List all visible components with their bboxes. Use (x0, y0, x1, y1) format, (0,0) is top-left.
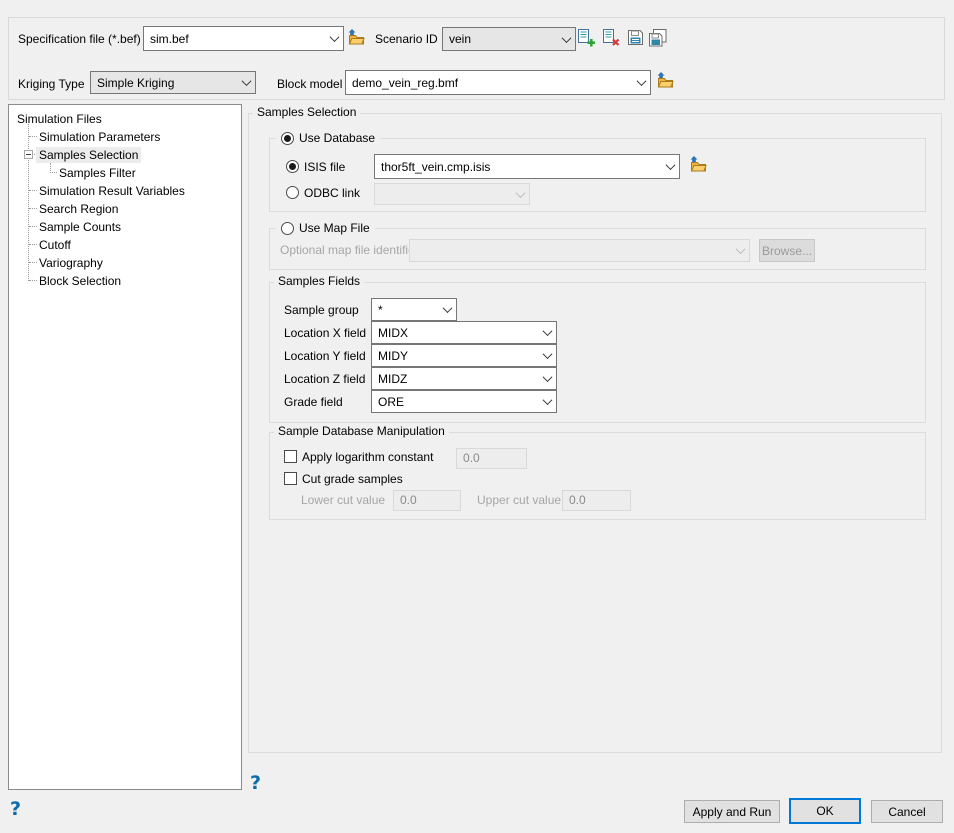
scenario-id-combo[interactable]: vein (442, 27, 576, 51)
cut-grade-samples-label: Cut grade samples (302, 472, 403, 486)
tree-item-simulation-parameters[interactable]: Simulation Parameters (10, 128, 240, 146)
tree-item-cutoff[interactable]: Cutoff (10, 236, 240, 254)
use-map-file-radio[interactable] (281, 222, 294, 235)
new-scenario-icon[interactable] (577, 29, 595, 47)
isis-file-radio[interactable] (286, 160, 299, 173)
open-spec-file-folder-icon[interactable] (347, 29, 366, 46)
sample-group-combo[interactable]: * (371, 298, 457, 321)
apply-logarithm-constant-label: Apply logarithm constant (302, 450, 433, 464)
open-block-model-folder-icon[interactable] (656, 72, 675, 89)
scenario-id-value: vein (443, 32, 558, 46)
location-x-field-value: MIDX (372, 326, 539, 340)
chevron-down-icon[interactable] (439, 299, 456, 320)
spec-file-combo[interactable]: sim.bef (143, 26, 344, 51)
use-database-radio[interactable] (281, 132, 294, 145)
sample-group-label: Sample group (284, 303, 359, 317)
block-model-combo[interactable]: demo_vein_reg.bmf (345, 70, 651, 95)
grade-field-combo[interactable]: ORE (371, 390, 557, 413)
apply-logarithm-constant-checkbox[interactable] (284, 450, 297, 463)
isis-file-value: thor5ft_vein.cmp.isis (375, 160, 662, 174)
location-z-field-label: Location Z field (284, 372, 365, 386)
block-model-value: demo_vein_reg.bmf (346, 76, 633, 90)
upper-cut-value-field: 0.0 (562, 490, 631, 511)
panel-help-icon[interactable]: ? (250, 774, 261, 793)
chevron-down-icon[interactable] (539, 345, 556, 366)
apply-and-run-button[interactable]: Apply and Run (684, 800, 780, 823)
chevron-down-icon[interactable] (633, 71, 650, 94)
tree-item-block-selection[interactable]: Block Selection (10, 272, 240, 290)
samples-selection-group-title: Samples Selection (253, 105, 360, 120)
use-database-radio-row[interactable]: Use Database (276, 129, 380, 147)
tree-item-simulation-result-variables[interactable]: Simulation Result Variables (10, 182, 240, 200)
kriging-type-combo[interactable]: Simple Kriging (90, 71, 256, 94)
use-database-label: Use Database (299, 131, 375, 145)
chevron-down-icon[interactable] (539, 368, 556, 389)
location-x-field-combo[interactable]: MIDX (371, 321, 557, 344)
tree-item-variography[interactable]: Variography (10, 254, 240, 272)
lower-cut-value-field: 0.0 (393, 490, 461, 511)
map-file-identifier-combo (409, 239, 750, 262)
odbc-link-radio[interactable] (286, 186, 299, 199)
chevron-down-icon[interactable] (326, 27, 343, 50)
location-z-field-value: MIDZ (372, 372, 539, 386)
sample-group-value: * (372, 303, 439, 317)
scenario-id-label: Scenario ID (375, 32, 438, 46)
browse-button: Browse... (759, 239, 815, 262)
kriging-type-label: Kriging Type (18, 77, 85, 91)
use-map-file-group: Use Map File Optional map file identifie… (269, 228, 926, 270)
settings-tree-panel: Simulation Files Simulation Parameters S… (8, 104, 242, 790)
samples-selection-group: Samples Selection Use Database ISIS file… (248, 113, 942, 753)
location-z-field-combo[interactable]: MIDZ (371, 367, 557, 390)
grade-field-label: Grade field (284, 395, 343, 409)
location-y-field-label: Location Y field (284, 349, 366, 363)
lower-cut-value-label: Lower cut value (301, 493, 385, 507)
grade-field-value: ORE (372, 395, 539, 409)
cut-grade-samples-checkbox[interactable] (284, 472, 297, 485)
tree-item-simulation-files[interactable]: Simulation Files (10, 110, 240, 128)
chevron-down-icon[interactable] (539, 322, 556, 343)
chevron-down-icon[interactable] (558, 28, 575, 50)
location-y-field-value: MIDY (372, 349, 539, 363)
save-scenario-icon[interactable] (627, 29, 644, 46)
ok-button[interactable]: OK (789, 798, 861, 824)
upper-cut-value-label: Upper cut value (477, 493, 561, 507)
cancel-button[interactable]: Cancel (871, 800, 943, 823)
chevron-down-icon[interactable] (662, 155, 679, 178)
save-scenario-as-icon[interactable] (649, 29, 667, 47)
logarithm-constant-field: 0.0 (456, 448, 527, 469)
kriging-type-value: Simple Kriging (91, 76, 238, 90)
chevron-down-icon (732, 240, 749, 261)
tree-item-samples-selection[interactable]: Samples Selection (10, 146, 240, 164)
chevron-down-icon[interactable] (539, 391, 556, 412)
tree-item-search-region[interactable]: Search Region (10, 200, 240, 218)
samples-fields-group-title: Samples Fields (274, 274, 364, 289)
chevron-down-icon (512, 184, 529, 204)
open-isis-file-folder-icon[interactable] (689, 156, 708, 173)
dialog-help-icon[interactable]: ? (10, 800, 21, 819)
samples-fields-group: Samples Fields Sample group * Location X… (269, 282, 926, 423)
location-y-field-combo[interactable]: MIDY (371, 344, 557, 367)
sample-db-manipulation-group: Sample Database Manipulation Apply logar… (269, 432, 926, 520)
sample-db-manipulation-group-title: Sample Database Manipulation (274, 424, 449, 439)
tree-item-samples-filter[interactable]: Samples Filter (10, 164, 240, 182)
odbc-link-combo (374, 183, 530, 205)
block-model-label: Block model (277, 77, 342, 91)
spec-file-value: sim.bef (144, 32, 326, 46)
isis-file-label: ISIS file (304, 160, 345, 174)
location-x-field-label: Location X field (284, 326, 366, 340)
tree-item-sample-counts[interactable]: Sample Counts (10, 218, 240, 236)
map-file-identifier-label: Optional map file identifier (280, 243, 419, 257)
simulation-setup-dialog: Specification file (*.bef) sim.bef Scena… (0, 0, 954, 833)
spec-file-label: Specification file (*.bef) (18, 32, 141, 46)
isis-file-combo[interactable]: thor5ft_vein.cmp.isis (374, 154, 680, 179)
use-map-file-label: Use Map File (299, 221, 370, 235)
chevron-down-icon[interactable] (238, 72, 255, 93)
use-database-group: Use Database ISIS file thor5ft_vein.cmp.… (269, 138, 926, 212)
delete-scenario-icon[interactable] (602, 29, 620, 47)
odbc-link-label: ODBC link (304, 186, 360, 200)
use-map-file-radio-row[interactable]: Use Map File (276, 219, 375, 237)
